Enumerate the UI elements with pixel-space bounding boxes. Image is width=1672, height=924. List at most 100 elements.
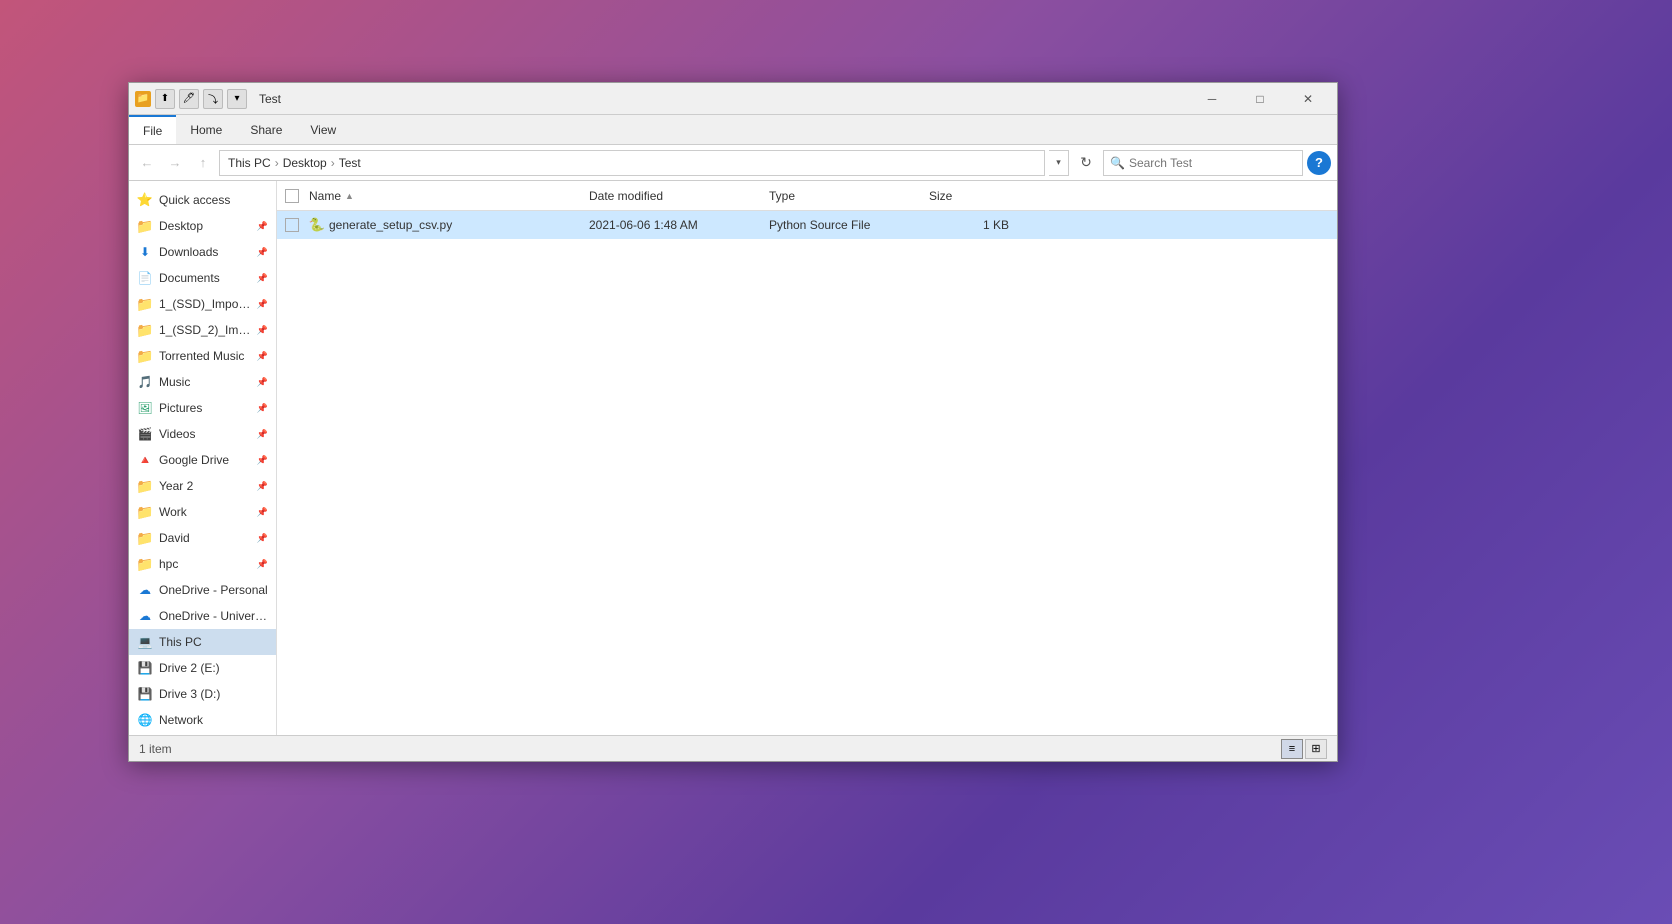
sidebar-item-1ssd2[interactable]: 📁 1_(SSD_2)_Impor 📌 — [129, 317, 276, 343]
pin-icon: 📌 — [257, 221, 268, 232]
sidebar-item-drive2[interactable]: 💾 Drive 2 (E:) — [129, 655, 276, 681]
drive2-icon: 💾 — [137, 660, 153, 676]
sidebar-item-pictures[interactable]: 🖼 Pictures 📌 — [129, 395, 276, 421]
pin-icon-pictures: 📌 — [257, 403, 268, 414]
table-row[interactable]: 🐍 generate_setup_csv.py 2021-06-06 1:48 … — [277, 211, 1337, 239]
list-view-button[interactable]: ≡ — [1281, 739, 1303, 759]
breadcrumb[interactable]: This PC › Desktop › Test — [219, 150, 1045, 176]
sidebar-item-onedrive-uni[interactable]: ☁ OneDrive - University — [129, 603, 276, 629]
sidebar-label-google-drive: Google Drive — [159, 453, 229, 467]
this-pc-icon: 💻 — [137, 634, 153, 650]
search-input[interactable] — [1129, 156, 1296, 170]
sidebar-item-david[interactable]: 📁 David 📌 — [129, 525, 276, 551]
pin-icon-tm: 📌 — [257, 351, 268, 362]
sidebar-label-onedrive-personal: OneDrive - Personal — [159, 583, 268, 597]
file-select-checkbox[interactable] — [285, 218, 299, 232]
sidebar-label-desktop: Desktop — [159, 219, 203, 233]
sidebar-item-torrented-music[interactable]: 📁 Torrented Music 📌 — [129, 343, 276, 369]
file-checkbox[interactable] — [285, 218, 309, 232]
maximize-button[interactable]: □ — [1237, 85, 1283, 113]
back-button[interactable]: ← — [135, 151, 159, 175]
sidebar-label-hpc: hpc — [159, 557, 178, 571]
sidebar-item-year2[interactable]: 📁 Year 2 📌 — [129, 473, 276, 499]
tab-share[interactable]: Share — [236, 115, 296, 144]
onedrive-personal-icon: ☁ — [137, 582, 153, 598]
minimize-button[interactable]: ─ — [1189, 85, 1235, 113]
sidebar-item-hpc[interactable]: 📁 hpc 📌 — [129, 551, 276, 577]
folder-icon: 📁 — [137, 218, 153, 234]
quick-access-btn-4[interactable]: ▾ — [227, 89, 247, 109]
sort-arrow-name: ▲ — [345, 191, 354, 201]
quick-access-btn-1[interactable]: ⬆ — [155, 89, 175, 109]
column-date-modified[interactable]: Date modified — [589, 189, 769, 203]
file-type-icon: 🐍 — [309, 217, 325, 233]
pin-icon-gd: 📌 — [257, 455, 268, 466]
details-view-button[interactable]: ⊞ — [1305, 739, 1327, 759]
pin-icon-year2: 📌 — [257, 481, 268, 492]
sidebar-item-quick-access[interactable]: ⭐ Quick access — [129, 187, 276, 213]
drive3-icon: 💾 — [137, 686, 153, 702]
pin-icon-music: 📌 — [257, 377, 268, 388]
window-icon: 📁 — [135, 91, 151, 107]
sidebar-item-documents[interactable]: 📄 Documents 📌 — [129, 265, 276, 291]
sidebar-item-work[interactable]: 📁 Work 📌 — [129, 499, 276, 525]
content-area: Name ▲ Date modified Type Size 🐍 — [277, 181, 1337, 735]
sidebar-item-videos[interactable]: 🎬 Videos 📌 — [129, 421, 276, 447]
quick-access-btn-2[interactable]: 🖊 — [179, 89, 199, 109]
folder-icon-david: 📁 — [137, 530, 153, 546]
main-area: ⭐ Quick access 📁 Desktop 📌 ⬇ Downloads 📌… — [129, 181, 1337, 735]
tab-home[interactable]: Home — [176, 115, 236, 144]
folder-icon-hpc: 📁 — [137, 556, 153, 572]
pin-icon-work: 📌 — [257, 507, 268, 518]
forward-button[interactable]: → — [163, 151, 187, 175]
sidebar-label-quick-access: Quick access — [159, 193, 230, 207]
window-controls: ─ □ ✕ — [1189, 85, 1331, 113]
google-drive-icon: 🔺 — [137, 452, 153, 468]
crumb-test[interactable]: Test — [339, 156, 361, 170]
sidebar-label-drive2: Drive 2 (E:) — [159, 661, 220, 675]
sidebar-label-downloads: Downloads — [159, 245, 218, 259]
column-headers: Name ▲ Date modified Type Size — [277, 181, 1337, 211]
quick-access-btn-3[interactable]: ⤵ — [203, 89, 223, 109]
sidebar-item-drive3[interactable]: 💾 Drive 3 (D:) — [129, 681, 276, 707]
breadcrumb-dropdown[interactable]: ▾ — [1049, 150, 1069, 176]
column-type[interactable]: Type — [769, 189, 929, 203]
sidebar-label-year2: Year 2 — [159, 479, 193, 493]
onedrive-uni-icon: ☁ — [137, 608, 153, 624]
sidebar-label-pictures: Pictures — [159, 401, 202, 415]
sidebar-item-1ssd[interactable]: 📁 1_(SSD)_Importa 📌 — [129, 291, 276, 317]
file-type-label: Python Source File — [769, 218, 929, 232]
folder-icon-1ssd: 📁 — [137, 296, 153, 312]
sidebar-item-network[interactable]: 🌐 Network — [129, 707, 276, 733]
close-button[interactable]: ✕ — [1285, 85, 1331, 113]
sidebar-label-1ssd: 1_(SSD)_Importa — [159, 297, 251, 311]
tab-file[interactable]: File — [129, 115, 176, 144]
sidebar-item-this-pc[interactable]: 💻 This PC — [129, 629, 276, 655]
column-size[interactable]: Size — [929, 189, 1009, 203]
view-buttons: ≡ ⊞ — [1281, 739, 1327, 759]
refresh-button[interactable]: ↻ — [1073, 150, 1099, 176]
sidebar-item-google-drive[interactable]: 🔺 Google Drive 📌 — [129, 447, 276, 473]
sidebar-item-onedrive-personal[interactable]: ☁ OneDrive - Personal — [129, 577, 276, 603]
sidebar-item-downloads[interactable]: ⬇ Downloads 📌 — [129, 239, 276, 265]
crumb-desktop[interactable]: Desktop — [283, 156, 327, 170]
header-checkbox[interactable] — [285, 189, 309, 203]
crumb-this-pc[interactable]: This PC — [228, 156, 271, 170]
folder-icon-1ssd2: 📁 — [137, 322, 153, 338]
tab-view[interactable]: View — [296, 115, 350, 144]
column-name[interactable]: Name ▲ — [309, 189, 589, 203]
documents-icon: 📄 — [137, 270, 153, 286]
window-title: Test — [259, 92, 281, 106]
folder-icon-tm: 📁 — [137, 348, 153, 364]
videos-icon: 🎬 — [137, 426, 153, 442]
select-all-checkbox[interactable] — [285, 189, 299, 203]
sidebar-item-music[interactable]: 🎵 Music 📌 — [129, 369, 276, 395]
pin-icon-hpc: 📌 — [257, 559, 268, 570]
search-box[interactable]: 🔍 — [1103, 150, 1303, 176]
up-button[interactable]: ↑ — [191, 151, 215, 175]
help-button[interactable]: ? — [1307, 151, 1331, 175]
item-count: 1 item — [139, 742, 172, 756]
sidebar-item-desktop[interactable]: 📁 Desktop 📌 — [129, 213, 276, 239]
title-bar-left: 📁 ⬆ 🖊 ⤵ ▾ Test — [135, 89, 281, 109]
file-explorer-window: 📁 ⬆ 🖊 ⤵ ▾ Test ─ □ ✕ File Home Share Vie… — [128, 82, 1338, 762]
